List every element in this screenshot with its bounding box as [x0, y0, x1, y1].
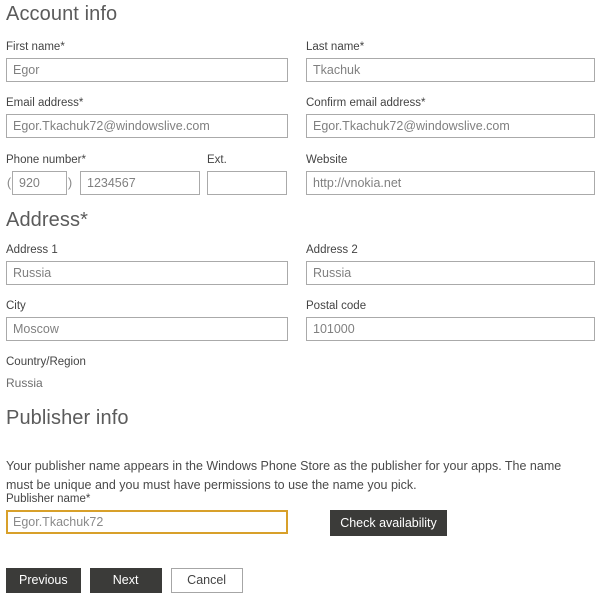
phone-number-label: Phone number*	[6, 154, 86, 166]
city-field-wrap	[6, 317, 288, 341]
email-address-label: Email address*	[6, 97, 84, 109]
country-region-label: Country/Region	[6, 356, 86, 368]
city-label: City	[6, 300, 26, 312]
phone-number-input[interactable]	[80, 171, 200, 195]
publisher-name-label: Publisher name*	[6, 493, 91, 505]
city-input[interactable]	[6, 317, 288, 341]
confirm-email-address-field-wrap	[306, 114, 595, 138]
ext-label: Ext.	[207, 154, 227, 166]
previous-button[interactable]: Previous	[6, 568, 81, 593]
email-address-field-wrap	[6, 114, 288, 138]
account-info-heading: Account info	[6, 3, 118, 25]
address2-field-wrap	[306, 261, 595, 285]
address2-label: Address 2	[306, 244, 358, 256]
last-name-field-wrap	[306, 58, 595, 82]
first-name-label: First name*	[6, 41, 65, 53]
last-name-input[interactable]	[306, 58, 595, 82]
publisher-info-heading: Publisher info	[6, 407, 129, 429]
website-field-wrap	[306, 171, 595, 195]
close-paren-glyph: )	[67, 175, 73, 190]
ext-input[interactable]	[207, 171, 287, 195]
first-name-input[interactable]	[6, 58, 288, 82]
address1-field-wrap	[6, 261, 288, 285]
website-label: Website	[306, 154, 348, 166]
address1-input[interactable]	[6, 261, 288, 285]
country-region-value: Russia	[6, 376, 43, 390]
publisher-name-input[interactable]	[6, 510, 288, 534]
postal-code-field-wrap	[306, 317, 595, 341]
confirm-email-address-label: Confirm email address*	[306, 97, 426, 109]
next-button[interactable]: Next	[89, 568, 162, 593]
confirm-email-address-input[interactable]	[306, 114, 595, 138]
address1-label: Address 1	[6, 244, 58, 256]
first-name-field-wrap	[6, 58, 288, 82]
cancel-button[interactable]: Cancel	[170, 568, 243, 593]
email-address-input[interactable]	[6, 114, 288, 138]
phone-number-group: ( )	[6, 171, 200, 195]
postal-code-input[interactable]	[306, 317, 595, 341]
website-input[interactable]	[306, 171, 595, 195]
publisher-info-description: Your publisher name appears in the Windo…	[6, 458, 562, 492]
check-availability-button[interactable]: Check availability	[330, 510, 447, 536]
account-info-form: Account info First name* Last name* Emai…	[0, 0, 600, 600]
footer-button-bar: Previous Next Cancel	[6, 568, 243, 593]
postal-code-label: Postal code	[306, 300, 367, 312]
last-name-label: Last name*	[306, 41, 365, 53]
address-heading: Address*	[6, 209, 88, 231]
address2-input[interactable]	[306, 261, 595, 285]
phone-area-code-input[interactable]	[12, 171, 67, 195]
